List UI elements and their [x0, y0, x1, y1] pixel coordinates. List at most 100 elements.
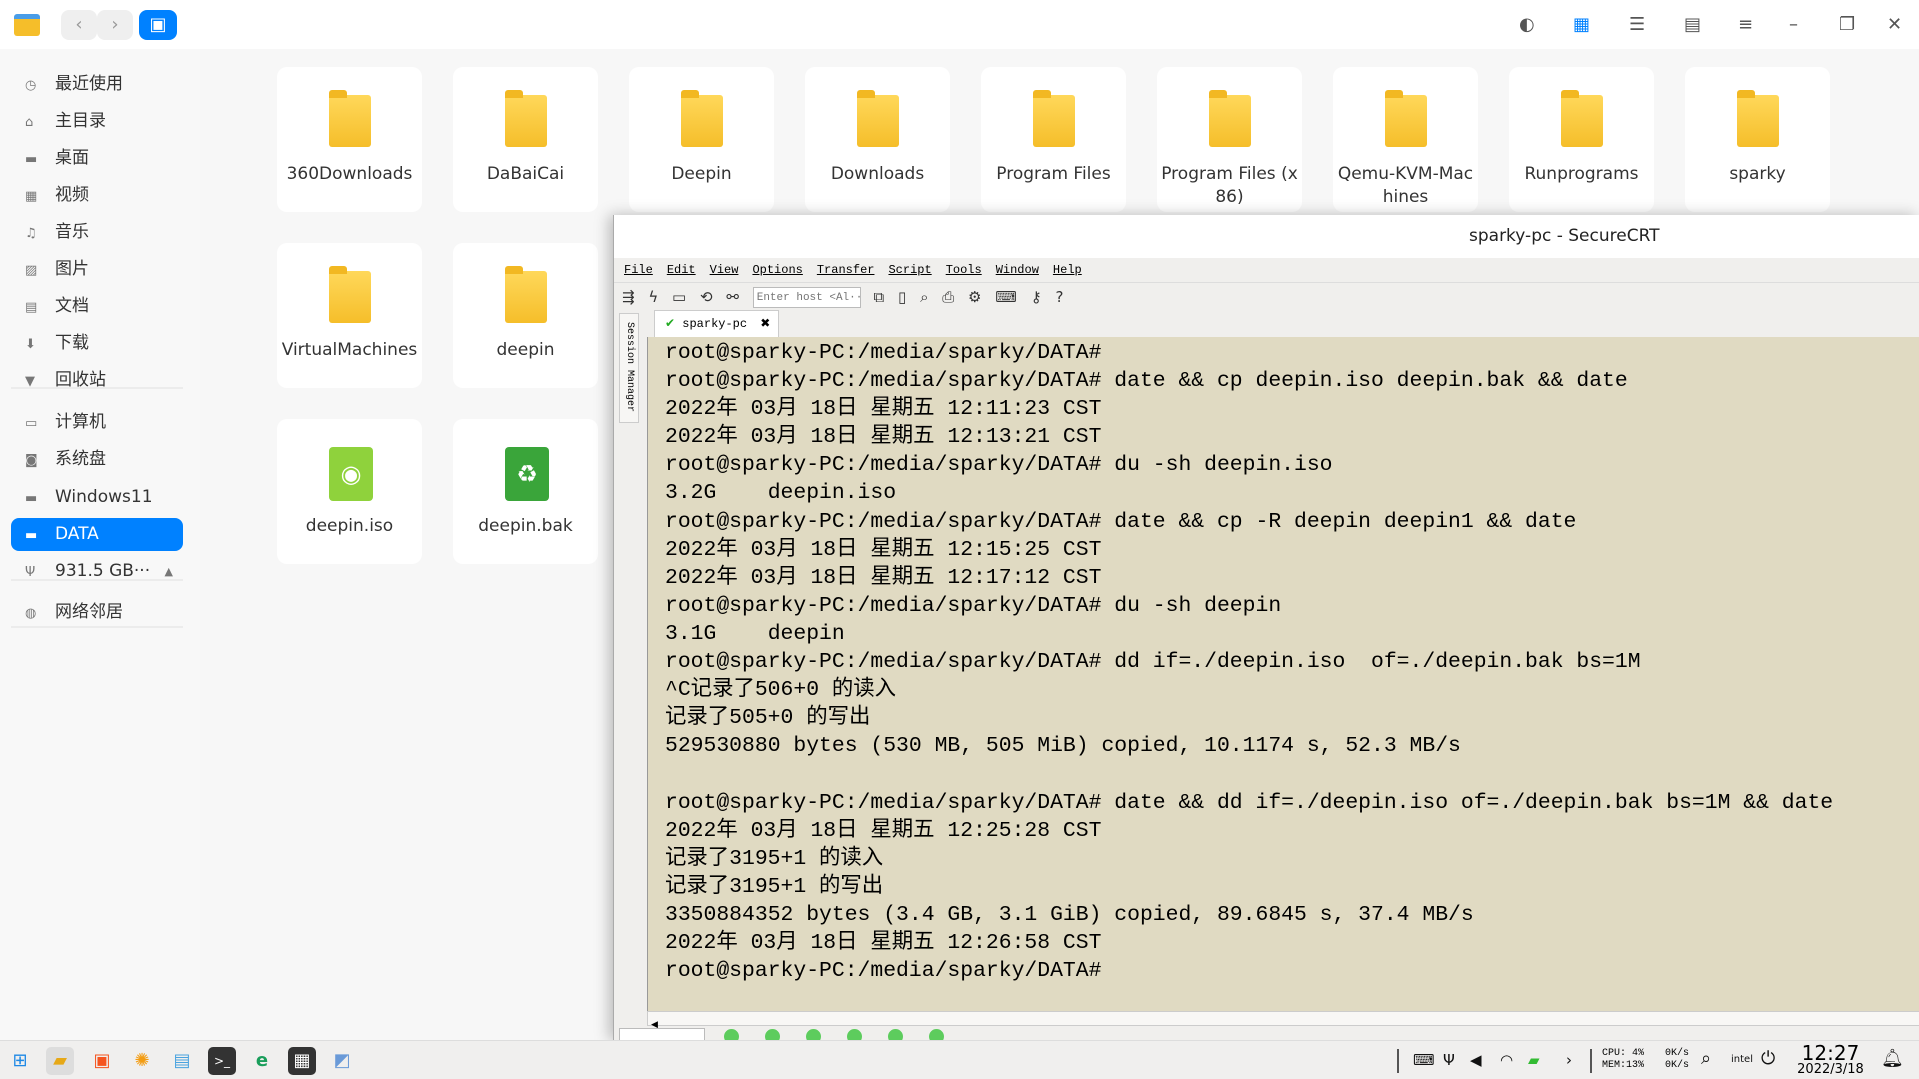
- folder-icon: [505, 266, 547, 323]
- file-item[interactable]: VirtualMachines: [277, 243, 422, 388]
- menu-edit[interactable]: Edit: [667, 263, 696, 277]
- search-icon[interactable]: ⌕: [1701, 1048, 1711, 1069]
- sidebar-item--[interactable]: ▼ 回收站: [11, 364, 183, 397]
- find-icon[interactable]: ⌕: [920, 288, 928, 306]
- sidebar-item--[interactable]: ▨ 图片: [11, 253, 183, 286]
- file-manager-taskbar-icon[interactable]: ▰: [46, 1047, 74, 1075]
- power-icon[interactable]: ⏻: [1761, 1048, 1775, 1069]
- terminal-line: 2022年 03月 18日 星期五 12:26:58 CST: [665, 930, 1102, 955]
- menu-tools[interactable]: Tools: [946, 263, 982, 277]
- start-menu-icon[interactable]: ⊞: [6, 1047, 34, 1075]
- clock[interactable]: 12:27 2022/3/18: [1793, 1043, 1868, 1077]
- sidebar-item--[interactable]: ♫ 音乐: [11, 216, 183, 249]
- forward-button[interactable]: ›: [97, 10, 133, 40]
- close-icon[interactable]: ✕: [1887, 14, 1902, 35]
- file-item[interactable]: deepin: [453, 243, 598, 388]
- horizontal-scrollbar[interactable]: ◀: [647, 1011, 1919, 1030]
- terminal-app-icon[interactable]: >_: [208, 1047, 236, 1075]
- sidebar-item--[interactable]: ▬ 桌面: [11, 142, 183, 175]
- sidebar-item--[interactable]: ◷ 最近使用: [11, 68, 183, 101]
- sidebar-item-data[interactable]: ▬ DATA: [11, 518, 183, 551]
- notification-bell-icon[interactable]: 🔔︎: [1881, 1048, 1904, 1069]
- connect-icon[interactable]: ⇶: [622, 288, 635, 306]
- edge-browser-icon[interactable]: e: [248, 1047, 276, 1075]
- file-item[interactable]: ♻ deepin.bak: [453, 419, 598, 564]
- link-icon[interactable]: ⚯: [726, 288, 739, 306]
- usb-icon[interactable]: Ψ: [1443, 1051, 1455, 1069]
- sidebar-item--[interactable]: ◙ 系统盘: [11, 443, 183, 476]
- menu-options[interactable]: Options: [752, 263, 802, 277]
- file-item[interactable]: 360Downloads: [277, 67, 422, 212]
- theme-icon[interactable]: ◐: [1519, 14, 1535, 35]
- session-manager-tab[interactable]: Session Manager: [619, 313, 639, 423]
- file-item[interactable]: Runprograms: [1509, 67, 1654, 212]
- reconnect-icon[interactable]: ⟲: [700, 288, 713, 306]
- print-icon[interactable]: ⎙: [942, 288, 954, 306]
- image-viewer-icon[interactable]: ▤: [168, 1047, 196, 1075]
- usb-icon: Ψ: [25, 565, 36, 580]
- detail-view-icon[interactable]: ▤: [1684, 14, 1701, 35]
- sidebar-item--[interactable]: ⬇ 下载: [11, 327, 183, 360]
- terminal-line: 3.1G deepin: [665, 621, 845, 646]
- sidebar-item-windows11[interactable]: ▬ Windows11: [11, 481, 183, 514]
- settings-icon[interactable]: ⚙: [968, 288, 981, 306]
- app-store-icon[interactable]: ▣: [88, 1047, 116, 1075]
- minimize-icon[interactable]: –: [1789, 14, 1798, 35]
- sidebar-item-label: 网络邻居: [55, 602, 123, 622]
- keymap-icon[interactable]: ⌨: [995, 288, 1017, 306]
- sidebar-item--[interactable]: ⌂ 主目录: [11, 105, 183, 138]
- menu-script[interactable]: Script: [888, 263, 931, 277]
- sidebar-item--[interactable]: ▭ 计算机: [11, 406, 183, 439]
- file-item[interactable]: Program Files: [981, 67, 1126, 212]
- system-monitor[interactable]: CPU: 4% MEM:13%: [1602, 1048, 1644, 1072]
- file-item[interactable]: Qemu-KVM-Machines: [1333, 67, 1478, 212]
- eject-icon[interactable]: ▲: [165, 555, 173, 588]
- menu-transfer[interactable]: Transfer: [817, 263, 875, 277]
- folder-icon: [1561, 90, 1603, 147]
- quick-connect-icon[interactable]: ϟ: [648, 288, 658, 306]
- key-icon[interactable]: ⚷: [1031, 288, 1042, 306]
- sidebar-item--[interactable]: ◍ 网络邻居: [11, 596, 183, 629]
- time: 12:27: [1801, 1041, 1860, 1065]
- back-button[interactable]: ‹: [61, 10, 97, 40]
- drive-icon: ▬: [25, 528, 38, 543]
- icon-view-icon[interactable]: ▦: [1573, 14, 1590, 35]
- close-tab-icon[interactable]: ✖: [760, 317, 770, 331]
- settings-app-icon[interactable]: ✺: [128, 1047, 156, 1075]
- list-view-icon[interactable]: ☰: [1629, 14, 1645, 35]
- file-item[interactable]: DaBaiCai: [453, 67, 598, 212]
- file-item[interactable]: ◉ deepin.iso: [277, 419, 422, 564]
- menu-window[interactable]: Window: [996, 263, 1039, 277]
- desktop-icon: ▬: [25, 152, 38, 167]
- sidebar-item--[interactable]: ▤ 文档: [11, 290, 183, 323]
- expand-tray-icon[interactable]: ›: [1566, 1051, 1572, 1069]
- location-button[interactable]: ▣: [139, 10, 177, 40]
- paste-icon[interactable]: ▯: [898, 288, 906, 306]
- volume-icon[interactable]: ◀: [1470, 1051, 1482, 1069]
- battery-icon[interactable]: ▰: [1528, 1051, 1540, 1069]
- sidebar-item--[interactable]: ▦ 视频: [11, 179, 183, 212]
- terminal-line: 529530880 bytes (530 MB, 505 MiB) copied…: [665, 734, 1461, 759]
- copy-icon[interactable]: ⧉: [874, 288, 885, 306]
- file-item[interactable]: sparky: [1685, 67, 1830, 212]
- wifi-icon[interactable]: ◠: [1500, 1051, 1513, 1069]
- host-input[interactable]: [752, 287, 861, 308]
- file-item[interactable]: Program Files (x86): [1157, 67, 1302, 212]
- menu-file[interactable]: File: [624, 263, 653, 277]
- menu-help[interactable]: Help: [1053, 263, 1082, 277]
- file-item[interactable]: Downloads: [805, 67, 950, 212]
- help-icon[interactable]: ?: [1056, 288, 1064, 306]
- terminal-icon[interactable]: ▭: [672, 288, 686, 306]
- maximize-icon[interactable]: ❐: [1839, 14, 1855, 35]
- session-tab[interactable]: ✔ sparky-pc ✖: [654, 310, 779, 337]
- intel-icon[interactable]: intel: [1731, 1054, 1753, 1065]
- menu-icon[interactable]: ≡: [1738, 14, 1753, 35]
- menu-view[interactable]: View: [710, 263, 739, 277]
- editor-icon[interactable]: ◩: [328, 1047, 356, 1075]
- securecrt-taskbar-icon[interactable]: ▦: [288, 1047, 316, 1075]
- sidebar-item-label: 931.5 GB···: [55, 561, 151, 581]
- file-item[interactable]: Deepin: [629, 67, 774, 212]
- keyboard-icon[interactable]: ⌨: [1413, 1051, 1435, 1069]
- sidebar-item-931-5-gb-[interactable]: Ψ 931.5 GB··· ▲: [11, 555, 183, 588]
- terminal[interactable]: root@sparky-PC:/media/sparky/DATA# root@s…: [647, 337, 1919, 1011]
